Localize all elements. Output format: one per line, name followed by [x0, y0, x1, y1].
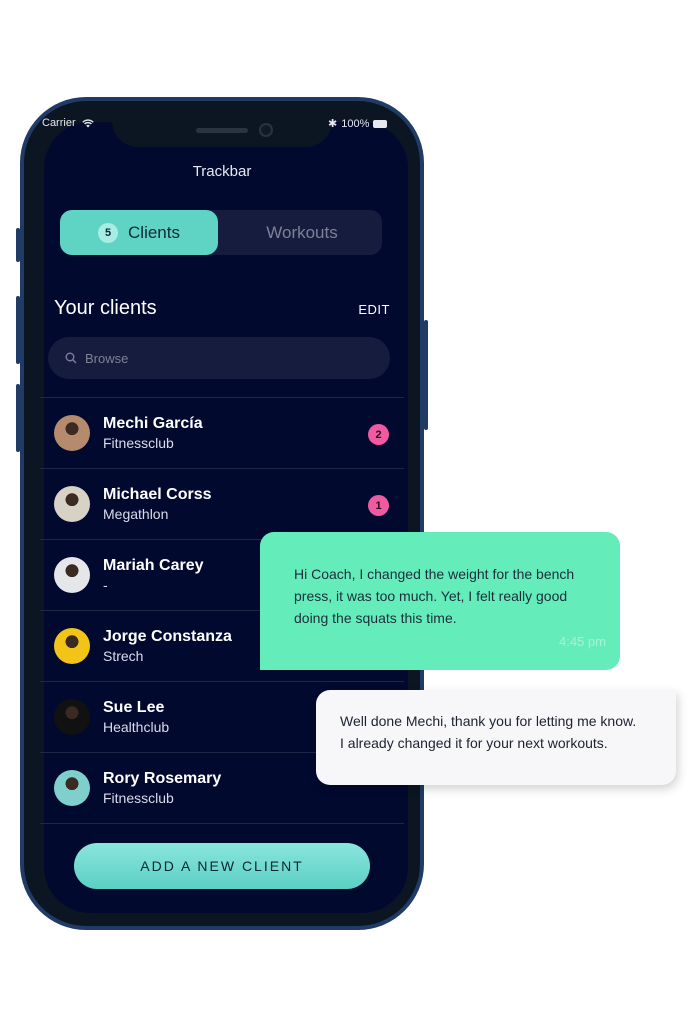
client-avatar	[54, 699, 90, 735]
client-name: Sue Lee	[103, 699, 165, 716]
client-club: Fitnessclub	[103, 435, 174, 451]
unread-badge: 1	[368, 495, 389, 516]
mute-switch	[16, 228, 20, 262]
unread-badge: 2	[368, 424, 389, 445]
client-club: Strech	[103, 648, 144, 664]
client-avatar	[54, 628, 90, 664]
client-name: Michael Corss	[103, 486, 212, 503]
segmented-control: 5 Clients Workouts	[60, 210, 382, 255]
client-club: Healthclub	[103, 719, 170, 735]
front-camera	[259, 123, 273, 137]
client-row[interactable]: Mechi García Fitnessclub 2	[40, 397, 404, 468]
add-client-button[interactable]: ADD A NEW CLIENT	[74, 843, 370, 889]
client-club: Fitnessclub	[103, 790, 174, 806]
app-title: Trackbar	[192, 163, 252, 180]
client-name: Jorge Constanza	[103, 628, 232, 645]
status-bar-left: Carrier	[42, 117, 94, 129]
coach-reply-bubble: Well done Mechi, thank you for letting m…	[316, 690, 676, 785]
client-avatar	[54, 415, 90, 451]
client-message-text: Hi Coach, I changed the weight for the b…	[294, 566, 575, 626]
coach-reply-text: Well done Mechi, thank you for letting m…	[340, 713, 637, 751]
volume-down-button	[16, 384, 20, 452]
section-title: Your clients	[54, 297, 157, 319]
search-input[interactable]	[83, 349, 367, 367]
search-icon	[65, 352, 77, 364]
tab-workouts[interactable]: Workouts	[222, 210, 382, 255]
clients-count-badge: 5	[98, 222, 119, 243]
tab-clients[interactable]: 5 Clients	[60, 210, 218, 255]
speaker-grille	[196, 128, 248, 133]
tab-workouts-label: Workouts	[266, 222, 338, 242]
client-avatar	[54, 770, 90, 806]
client-row[interactable]: Michael Corss Megathlon 1	[40, 468, 404, 539]
client-name: Mariah Carey	[103, 557, 204, 574]
client-avatar	[54, 486, 90, 522]
power-button	[424, 320, 428, 430]
client-name: Rory Rosemary	[103, 770, 222, 787]
client-name: Mechi García	[103, 415, 203, 432]
client-club: -	[103, 577, 108, 593]
client-avatar	[54, 557, 90, 593]
edit-button[interactable]: EDIT	[350, 302, 390, 317]
carrier-label: Carrier	[42, 117, 76, 129]
search-bar	[48, 337, 390, 379]
tab-clients-label: Clients	[128, 222, 180, 242]
status-bar-right: ✱ 100%	[328, 117, 388, 130]
wifi-icon	[81, 118, 94, 127]
battery-icon	[373, 119, 388, 128]
notch	[112, 101, 332, 147]
bluetooth-icon: ✱	[328, 118, 338, 130]
volume-up-button	[16, 296, 20, 364]
client-message-bubble: Hi Coach, I changed the weight for the b…	[260, 532, 620, 670]
battery-label: 100%	[341, 117, 370, 130]
client-message-time: 4:45 pm	[559, 634, 606, 649]
client-club: Megathlon	[103, 506, 169, 522]
